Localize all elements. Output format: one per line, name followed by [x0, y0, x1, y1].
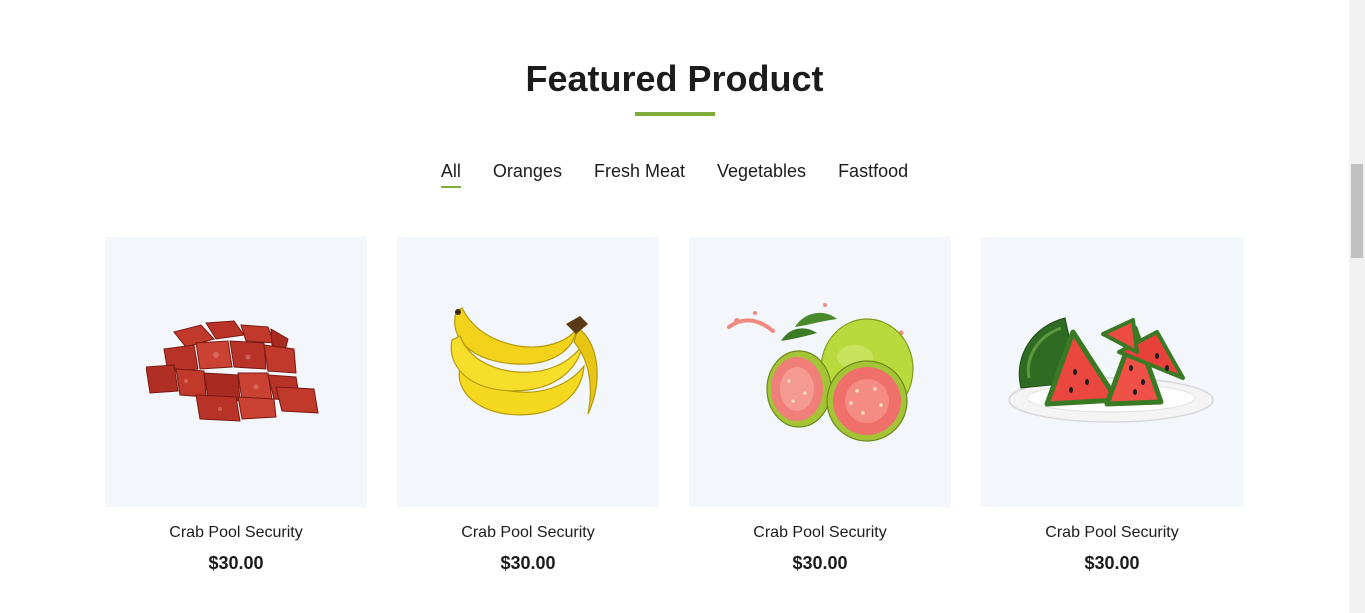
product-name[interactable]: Crab Pool Security — [397, 523, 659, 543]
product-card[interactable]: Crab Pool Security $30.00 — [105, 237, 367, 574]
product-grid: Crab Pool Security $30.00 Crab Pool Secu… — [105, 237, 1243, 574]
product-image[interactable] — [689, 237, 951, 507]
page-scrollbar[interactable] — [1349, 0, 1365, 613]
product-image[interactable] — [981, 237, 1243, 507]
product-price: $30.00 — [1084, 553, 1140, 573]
product-image[interactable] — [105, 237, 367, 507]
guavas-image — [727, 303, 914, 442]
product-name[interactable]: Crab Pool Security — [689, 523, 951, 543]
product-price: $30.00 — [500, 553, 556, 573]
product-name[interactable]: Crab Pool Security — [981, 523, 1243, 543]
page: Featured Product All Oranges Fresh Meat … — [0, 0, 1349, 613]
watermelon-slices-image — [1008, 317, 1214, 423]
filter-tab-oranges[interactable]: Oranges — [493, 159, 562, 187]
scrollbar-thumb[interactable] — [1351, 164, 1363, 258]
filter-tab-vegetables[interactable]: Vegetables — [717, 159, 806, 187]
product-image[interactable] — [397, 237, 659, 507]
filter-tab-all[interactable]: All — [440, 159, 461, 188]
product-name[interactable]: Crab Pool Security — [105, 523, 367, 543]
filter-tab-fastfood[interactable]: Fastfood — [838, 159, 908, 187]
bananas-image — [450, 307, 598, 416]
product-price: $30.00 — [208, 553, 264, 573]
product-card[interactable]: Crab Pool Security $30.00 — [981, 237, 1243, 574]
product-card[interactable]: Crab Pool Security $30.00 — [689, 237, 951, 574]
meat-cubes-image — [146, 320, 319, 422]
product-card[interactable]: Crab Pool Security $30.00 — [397, 237, 659, 574]
filter-tab-fresh-meat[interactable]: Fresh Meat — [594, 159, 685, 187]
filter-tabs: All Oranges Fresh Meat Vegetables Fastfo… — [0, 159, 1349, 188]
title-underline — [635, 112, 715, 116]
product-price: $30.00 — [792, 553, 848, 573]
section-title: Featured Product — [525, 58, 824, 99]
